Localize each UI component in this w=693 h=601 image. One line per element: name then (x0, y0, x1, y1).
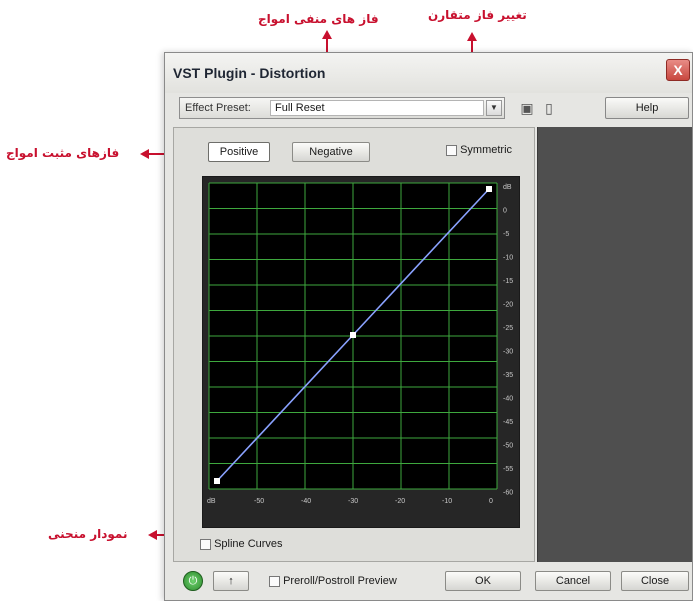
x-tick-label: -30 (348, 498, 358, 505)
spline-curves-checkbox[interactable]: Spline Curves (200, 538, 283, 550)
x-tick-label: -50 (254, 498, 264, 505)
annotation-positive-arrow-head (140, 149, 149, 159)
symmetric-checkbox-box[interactable] (446, 144, 457, 156)
curve-point-start[interactable] (214, 478, 220, 484)
y-tick-label: -10 (503, 255, 513, 262)
negative-button[interactable]: Negative (292, 142, 370, 162)
y-tick-label: -40 (503, 396, 513, 403)
right-empty-pane (537, 127, 692, 562)
y-tick-label: -25 (503, 325, 513, 332)
effect-preset-select[interactable]: Full Reset (270, 100, 484, 116)
annotation-curve-arrow-head (148, 530, 157, 540)
preview-checkbox-box[interactable] (269, 575, 280, 587)
annotation-symmetry-arrow-head (467, 32, 477, 41)
spline-label: Spline Curves (214, 538, 283, 551)
symmetric-label: Symmetric (460, 144, 513, 157)
preset-bar: Effect Preset: Full Reset ▼ ▣ ▯ Help (179, 97, 693, 123)
title-bar: VST Plugin - Distortion X (165, 53, 692, 93)
delete-preset-icon[interactable]: ▯ (541, 99, 557, 117)
x-tick-label: 0 (489, 498, 493, 505)
curve-point-mid[interactable] (350, 332, 356, 338)
y-tick-label: -5 (503, 231, 509, 238)
y-tick-label: -60 (503, 490, 513, 497)
y-tick-label: -50 (503, 443, 513, 450)
symmetric-checkbox[interactable]: Symmetric (446, 144, 512, 156)
close-button[interactable]: Close (621, 571, 689, 591)
spline-checkbox-box[interactable] (200, 538, 211, 550)
y-tick-label: dB (503, 184, 512, 191)
y-tick-label: -30 (503, 349, 513, 356)
ok-button[interactable]: OK (445, 571, 521, 591)
y-tick-label: -55 (503, 466, 513, 473)
x-tick-label: dB (207, 498, 216, 505)
y-tick-label: -20 (503, 302, 513, 309)
annotation-curve-graph: نمودار منحنی (48, 527, 128, 541)
help-button[interactable]: Help (605, 97, 689, 119)
bottom-bar: ⏻ ↑ Preroll/Postroll Preview OK Cancel C… (173, 567, 693, 597)
effect-preset-combo: Effect Preset: Full Reset ▼ (179, 97, 505, 119)
distortion-panel: Positive Negative Symmetric dB 0 -5 -10 -15 -… (173, 127, 535, 562)
curve-point-end[interactable] (486, 186, 492, 192)
x-tick-label: -10 (442, 498, 452, 505)
graph-y-ticks: dB 0 -5 -10 -15 -20 -25 -30 -35 -40 -45 -50 -55 -60 (503, 184, 513, 497)
annotation-positive-phases: فازهای مثبت امواج (6, 146, 120, 160)
chevron-down-icon[interactable]: ▼ (486, 100, 502, 116)
distortion-graph[interactable]: dB 0 -5 -10 -15 -20 -25 -30 -35 -40 -45 -50 -55 -60 d… (202, 176, 520, 528)
annotation-phase-symmetry: تغییر فاز متقارن (428, 8, 527, 22)
graph-svg: dB 0 -5 -10 -15 -20 -25 -30 -35 -40 -45 -50 -55 -60 d… (207, 182, 513, 505)
annotation-negative-phases: فاز های منفی امواج (258, 12, 379, 26)
positive-button[interactable]: Positive (208, 142, 270, 162)
graph-x-ticks: dB -50 -40 -30 -20 -10 0 (207, 498, 493, 505)
annotation-negative-arrow-head (322, 30, 332, 39)
save-preset-icon[interactable]: ▣ (519, 99, 535, 117)
y-tick-label: -45 (503, 419, 513, 426)
preroll-preview-checkbox[interactable]: Preroll/Postroll Preview (269, 575, 397, 587)
window-title: VST Plugin - Distortion (173, 65, 326, 81)
x-tick-label: -40 (301, 498, 311, 505)
y-tick-label: -35 (503, 372, 513, 379)
vst-plugin-window: VST Plugin - Distortion X Effect Preset:… (164, 52, 693, 601)
power-icon[interactable]: ⏻ (183, 571, 203, 591)
effect-preset-label: Effect Preset: (185, 102, 251, 114)
preview-label: Preroll/Postroll Preview (283, 575, 397, 588)
arrow-button[interactable]: ↑ (213, 571, 249, 591)
y-tick-label: 0 (503, 208, 507, 215)
window-close-button[interactable]: X (666, 59, 690, 81)
cancel-button[interactable]: Cancel (535, 571, 611, 591)
y-tick-label: -15 (503, 278, 513, 285)
x-tick-label: -20 (395, 498, 405, 505)
